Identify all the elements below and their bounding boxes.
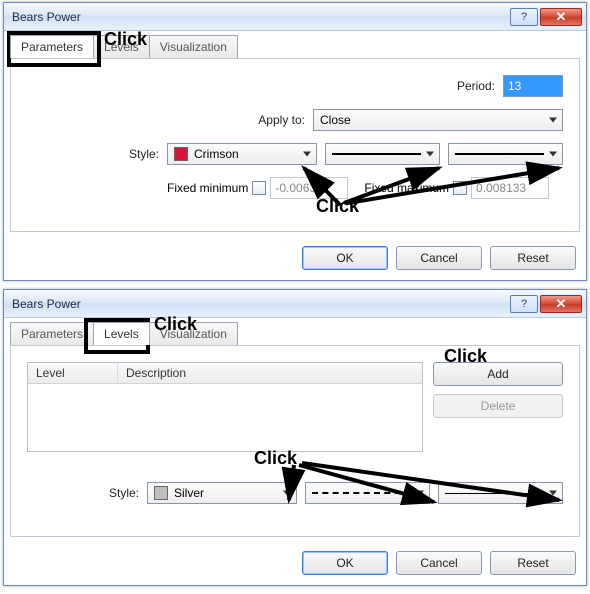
- style-label: Style:: [27, 486, 147, 500]
- dialog-levels: Bears Power ? ✕ Parameters Levels Visual…: [3, 289, 587, 586]
- delete-button: Delete: [433, 394, 563, 418]
- tab-levels[interactable]: Levels: [93, 35, 150, 58]
- color-swatch: [154, 486, 168, 500]
- fixed-min-checkbox[interactable]: [252, 181, 266, 195]
- line-width-dropdown[interactable]: [438, 482, 563, 504]
- chevron-down-icon: [426, 152, 434, 157]
- line-sample: [445, 493, 544, 494]
- line-width-dropdown[interactable]: [448, 143, 563, 165]
- tab-content: Level Description Add Delete Style: Silv…: [10, 345, 580, 537]
- tab-strip: Parameters Levels Visualization: [4, 318, 586, 345]
- list-header: Level Description: [28, 363, 422, 384]
- fixed-max-checkbox[interactable]: [453, 181, 467, 195]
- dialog-buttons: OK Cancel Reset: [4, 240, 586, 280]
- chevron-down-icon: [303, 152, 311, 157]
- levels-list[interactable]: Level Description: [27, 362, 423, 452]
- line-sample: [332, 153, 421, 155]
- close-button[interactable]: ✕: [540, 8, 582, 26]
- ok-button[interactable]: OK: [302, 246, 388, 270]
- cancel-button[interactable]: Cancel: [396, 246, 482, 270]
- reset-button[interactable]: Reset: [490, 551, 576, 575]
- window-buttons: ? ✕: [510, 8, 582, 26]
- style-label: Style:: [27, 147, 167, 161]
- fixed-min-input[interactable]: [270, 177, 348, 199]
- line-sample: [455, 153, 544, 155]
- style-color-dropdown[interactable]: Silver: [147, 482, 297, 504]
- chevron-down-icon: [549, 491, 557, 496]
- line-style-dropdown[interactable]: [305, 482, 430, 504]
- line-sample-dashed: [312, 492, 411, 494]
- ok-button[interactable]: OK: [302, 551, 388, 575]
- titlebar: Bears Power ? ✕: [4, 290, 586, 318]
- help-button[interactable]: ?: [510, 8, 538, 26]
- chevron-down-icon: [416, 491, 424, 496]
- style-color-name: Crimson: [194, 147, 239, 161]
- color-swatch: [174, 147, 188, 161]
- window-title: Bears Power: [12, 297, 510, 311]
- dialog-buttons: OK Cancel Reset: [4, 545, 586, 585]
- apply-label: Apply to:: [258, 113, 313, 127]
- tab-parameters[interactable]: Parameters: [10, 35, 94, 58]
- side-buttons: Add Delete: [433, 362, 563, 452]
- window-buttons: ? ✕: [510, 295, 582, 313]
- tab-content: Period: Apply to: Close Style: Crimson: [10, 58, 580, 232]
- tab-parameters[interactable]: Parameters: [10, 322, 94, 345]
- cancel-button[interactable]: Cancel: [396, 551, 482, 575]
- tab-levels[interactable]: Levels: [93, 322, 150, 345]
- fixed-max-label: Fixed maximum: [364, 181, 449, 195]
- apply-dropdown[interactable]: Close: [313, 109, 563, 131]
- period-label: Period:: [457, 79, 503, 93]
- style-color-dropdown[interactable]: Crimson: [167, 143, 317, 165]
- close-button[interactable]: ✕: [540, 295, 582, 313]
- line-style-dropdown[interactable]: [325, 143, 440, 165]
- fixed-max-input[interactable]: [471, 177, 549, 199]
- style-color-name: Silver: [174, 486, 204, 500]
- tab-strip: Parameters Levels Visualization: [4, 31, 586, 58]
- col-level: Level: [28, 363, 118, 383]
- col-description: Description: [118, 363, 422, 383]
- help-button[interactable]: ?: [510, 295, 538, 313]
- tab-visualization[interactable]: Visualization: [149, 322, 238, 345]
- period-input[interactable]: [503, 75, 563, 97]
- apply-value: Close: [320, 113, 351, 127]
- titlebar: Bears Power ? ✕: [4, 3, 586, 31]
- tab-visualization[interactable]: Visualization: [149, 35, 238, 58]
- add-button[interactable]: Add: [433, 362, 563, 386]
- window-title: Bears Power: [12, 10, 510, 24]
- dialog-parameters: Bears Power ? ✕ Parameters Levels Visual…: [3, 2, 587, 281]
- chevron-down-icon: [283, 491, 291, 496]
- reset-button[interactable]: Reset: [490, 246, 576, 270]
- fixed-min-label: Fixed minimum: [167, 181, 248, 195]
- chevron-down-icon: [549, 152, 557, 157]
- chevron-down-icon: [549, 118, 557, 123]
